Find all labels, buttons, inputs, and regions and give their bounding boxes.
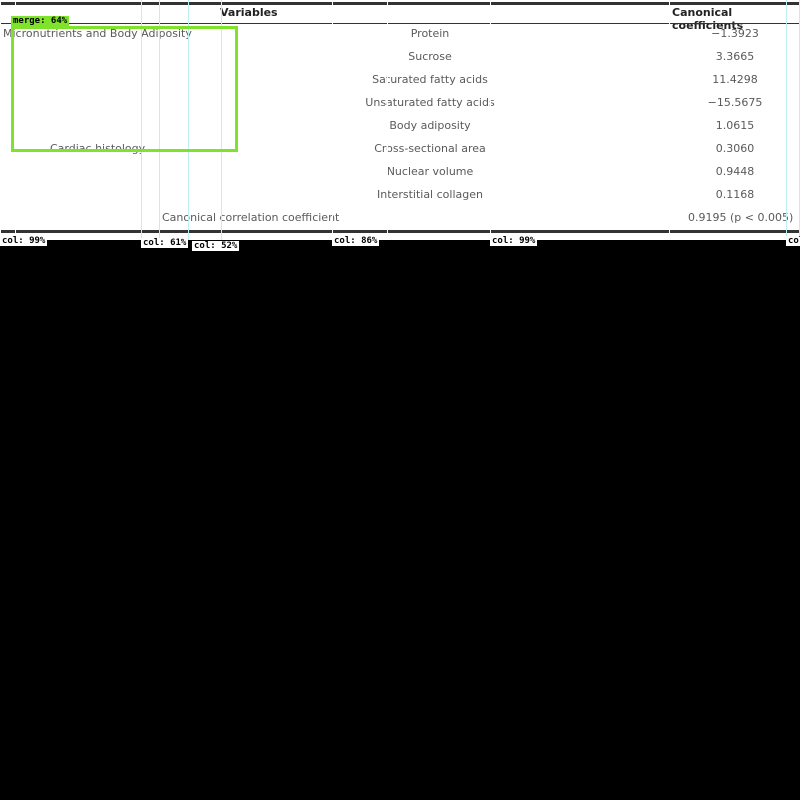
- row-coefficient: 0.3060: [715, 142, 755, 155]
- row-coefficient: 0.9448: [715, 165, 755, 178]
- column-detection-box: [786, 0, 800, 238]
- column-confidence-tag: col: 61%: [141, 238, 189, 248]
- column-detection-box: [490, 0, 670, 238]
- row-coefficient: −1.3923: [711, 27, 759, 40]
- column-confidence-tag: col: 86%: [332, 236, 380, 246]
- column-detection-box: [332, 0, 388, 238]
- footer-value: 0.9195 (p < 0.005): [688, 211, 794, 224]
- row-coefficient: 11.4298: [712, 73, 758, 86]
- top-rule: [0, 2, 800, 5]
- column-confidence-tag: col: 99%: [490, 236, 538, 246]
- column-confidence-tag: col: 99%: [0, 236, 48, 246]
- column-confidence-tag: col: 52%: [192, 241, 240, 251]
- header-rule: [0, 23, 800, 24]
- header-variables: Variables: [220, 6, 278, 19]
- row-coefficient: 0.1168: [715, 188, 755, 201]
- row-coefficient: −15.5675: [707, 96, 763, 109]
- row-coefficient: 3.3665: [715, 50, 755, 63]
- merge-confidence-tag: merge: 64%: [11, 16, 70, 26]
- row-coefficient: 1.0615: [715, 119, 755, 132]
- bottom-rule: [0, 230, 800, 233]
- merge-detection-box: [11, 26, 238, 152]
- column-confidence-tag: col: [786, 236, 800, 246]
